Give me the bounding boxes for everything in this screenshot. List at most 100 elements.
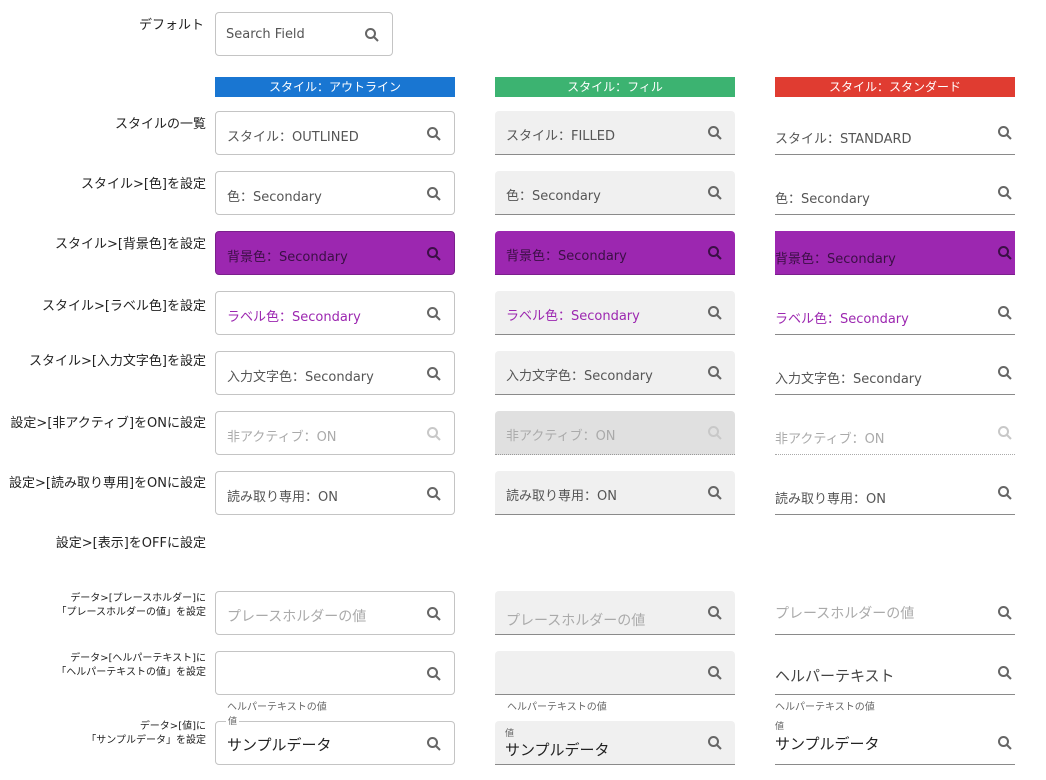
default-search-placeholder: Search Field <box>226 27 305 42</box>
field-text: 読み取り専用：ON <box>506 489 617 504</box>
column-header-outlined: スタイル：アウトライン <box>215 77 455 97</box>
row-label-line: 「サンプルデータ」を設定 <box>86 735 206 746</box>
field-value: サンプルデータ <box>227 736 332 754</box>
search-field-readonly-standard[interactable]: 読み取り専用：ON <box>775 471 1015 515</box>
row-label-line: データ>[値]に <box>139 721 206 732</box>
column-header-standard: スタイル：スタンダード <box>775 77 1015 97</box>
search-icon <box>426 426 442 442</box>
search-field-label-standard[interactable]: ラベル色：Secondary <box>775 291 1015 335</box>
search-field-bg-standard[interactable]: 背景色：Secondary <box>775 231 1015 275</box>
search-field-outlined[interactable]: スタイル：OUTLINED <box>215 111 455 155</box>
search-icon <box>707 425 723 441</box>
search-field-readonly-filled[interactable]: 読み取り専用：ON <box>495 471 735 515</box>
search-icon[interactable] <box>997 605 1013 621</box>
field-text: 色：Secondary <box>506 189 601 204</box>
search-icon[interactable] <box>364 27 380 43</box>
search-field-label-outlined[interactable]: ラベル色：Secondary <box>215 291 455 335</box>
search-icon[interactable] <box>707 125 723 141</box>
field-text: 入力文字色：Secondary <box>775 372 922 387</box>
field-text: 背景色：Secondary <box>775 252 896 267</box>
search-icon[interactable] <box>997 185 1013 201</box>
search-icon[interactable] <box>707 735 723 751</box>
field-text: スタイル：OUTLINED <box>227 130 359 145</box>
search-field-value-standard[interactable]: 値 サンプルデータ <box>775 721 1015 765</box>
search-field-placeholder-outlined[interactable]: プレースホルダーの値 <box>215 591 455 635</box>
search-icon[interactable] <box>426 666 442 682</box>
field-text: 入力文字色：Secondary <box>506 369 653 384</box>
search-icon[interactable] <box>707 305 723 321</box>
search-field-readonly-outlined[interactable]: 読み取り専用：ON <box>215 471 455 515</box>
search-field-color-standard[interactable]: 色：Secondary <box>775 171 1015 215</box>
search-field-value-outlined[interactable]: サンプルデータ <box>215 721 455 765</box>
row-label-line: データ>[ヘルパーテキスト]に <box>70 653 206 664</box>
search-field-inactive-filled: 非アクティブ：ON <box>495 411 735 455</box>
search-field-helper-outlined[interactable] <box>215 651 455 695</box>
search-field-standard[interactable]: スタイル：STANDARD <box>775 111 1015 155</box>
search-field-input-outlined[interactable]: 入力文字色：Secondary <box>215 351 455 395</box>
search-field-bg-filled[interactable]: 背景色：Secondary <box>495 231 735 275</box>
search-icon[interactable] <box>707 365 723 381</box>
search-icon[interactable] <box>997 305 1013 321</box>
row-label-display: 設定>[表示]をOFFに設定 <box>55 536 206 551</box>
field-text: スタイル：FILLED <box>506 129 616 144</box>
default-search-field[interactable]: Search Field <box>215 12 393 56</box>
default-label: デフォルト <box>138 18 204 33</box>
search-field-helper-standard[interactable]: ヘルパーテキスト <box>775 651 1015 695</box>
search-field-value-filled[interactable]: 値 サンプルデータ <box>495 721 735 765</box>
search-icon[interactable] <box>707 665 723 681</box>
search-icon[interactable] <box>997 245 1013 261</box>
field-text: ラベル色：Secondary <box>506 309 640 324</box>
search-field-input-standard[interactable]: 入力文字色：Secondary <box>775 351 1015 395</box>
field-placeholder: プレースホルダーの値 <box>775 606 915 622</box>
search-icon[interactable] <box>707 605 723 621</box>
search-field-placeholder-filled[interactable]: プレースホルダーの値 <box>495 591 735 635</box>
search-icon[interactable] <box>426 736 442 752</box>
row-label-value: データ>[値]に 「サンプルデータ」を設定 <box>86 720 206 748</box>
search-icon[interactable] <box>997 735 1013 751</box>
search-icon[interactable] <box>997 665 1013 681</box>
search-icon[interactable] <box>997 125 1013 141</box>
row-label-line: 「プレースホルダーの値」を設定 <box>56 607 207 618</box>
search-icon[interactable] <box>426 246 442 262</box>
search-icon[interactable] <box>707 245 723 261</box>
helper-text-filled: ヘルパーテキストの値 <box>507 702 607 713</box>
search-icon[interactable] <box>997 365 1013 381</box>
search-field-color-outlined[interactable]: 色：Secondary <box>215 171 455 215</box>
row-label-input-color: スタイル>[入力文字色]を設定 <box>28 354 206 369</box>
search-field-input-filled[interactable]: 入力文字色：Secondary <box>495 351 735 395</box>
search-field-filled[interactable]: スタイル：FILLED <box>495 111 735 155</box>
field-text: 読み取り専用：ON <box>775 492 886 507</box>
search-icon[interactable] <box>426 366 442 382</box>
field-value: サンプルデータ <box>505 741 610 759</box>
field-label-outlined: 値 <box>226 714 240 727</box>
field-label-filled: 値 <box>505 729 515 739</box>
search-field-placeholder-standard[interactable]: プレースホルダーの値 <box>775 591 1015 635</box>
search-icon[interactable] <box>997 485 1013 501</box>
search-icon[interactable] <box>707 485 723 501</box>
field-text: ラベル色：Secondary <box>775 312 909 327</box>
row-label-label-color: スタイル>[ラベル色]を設定 <box>41 299 206 314</box>
field-text: 背景色：Secondary <box>227 250 348 265</box>
search-field-helper-filled[interactable] <box>495 651 735 695</box>
field-text: 背景色：Secondary <box>506 249 627 264</box>
field-text: 読み取り専用：ON <box>227 490 338 505</box>
field-text: スタイル：STANDARD <box>775 132 912 147</box>
helper-text-outlined: ヘルパーテキストの値 <box>227 702 327 713</box>
field-text: ヘルパーテキスト <box>775 667 895 685</box>
search-icon[interactable] <box>426 606 442 622</box>
search-icon[interactable] <box>426 486 442 502</box>
field-text: ラベル色：Secondary <box>227 310 361 325</box>
search-icon[interactable] <box>707 185 723 201</box>
field-text: 色：Secondary <box>775 192 870 207</box>
column-header-filled: スタイル：フィル <box>495 77 735 97</box>
field-text: 入力文字色：Secondary <box>227 370 374 385</box>
search-field-color-filled[interactable]: 色：Secondary <box>495 171 735 215</box>
search-icon[interactable] <box>426 186 442 202</box>
helper-text-standard: ヘルパーテキストの値 <box>775 702 875 713</box>
search-field-label-filled[interactable]: ラベル色：Secondary <box>495 291 735 335</box>
search-field-bg-outlined[interactable]: 背景色：Secondary <box>215 231 455 275</box>
row-label-style-list: スタイルの一覧 <box>114 117 206 132</box>
search-icon[interactable] <box>426 126 442 142</box>
field-label-standard: 値 <box>775 722 785 732</box>
search-icon[interactable] <box>426 306 442 322</box>
